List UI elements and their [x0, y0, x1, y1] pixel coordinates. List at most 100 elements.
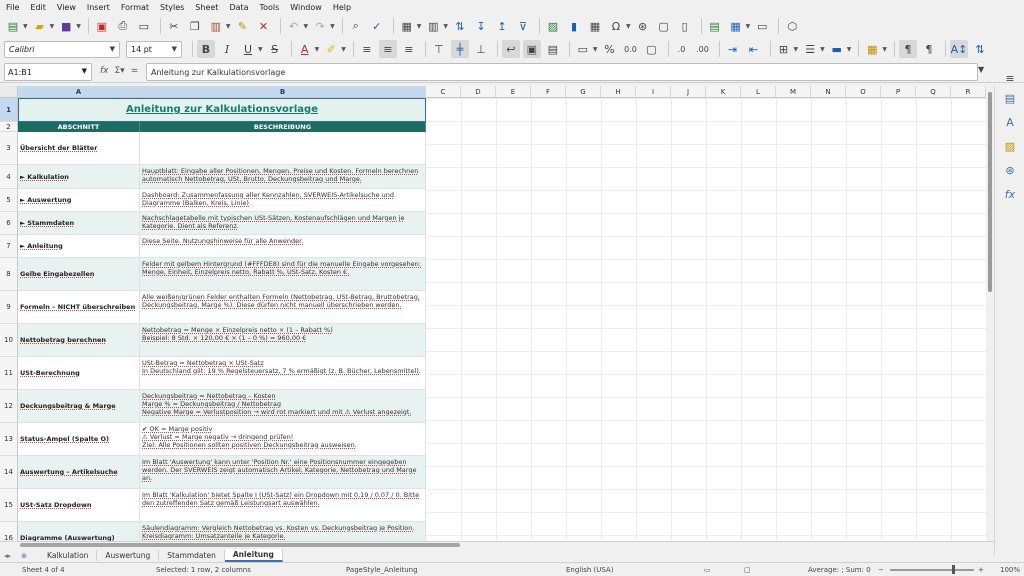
- clone-format-icon[interactable]: ✎: [234, 17, 252, 35]
- description-cell[interactable]: Deckungsbeitrag = Nettobetrag – Kosten M…: [140, 390, 426, 423]
- row-header[interactable]: 4: [0, 165, 18, 189]
- print-icon[interactable]: ⎙: [114, 17, 132, 35]
- spelling-icon[interactable]: ✓: [368, 17, 386, 35]
- vertical-scroll-thumb[interactable]: [988, 92, 992, 292]
- row-header[interactable]: 15: [0, 489, 18, 522]
- description-cell[interactable]: Dashboard: Zusammenfassung aller Kennzah…: [140, 189, 426, 212]
- column-header-l[interactable]: L: [741, 86, 776, 98]
- chevron-down-icon[interactable]: ▼: [593, 46, 598, 53]
- menu-file[interactable]: File: [6, 3, 19, 12]
- align-center-icon[interactable]: ≡: [378, 40, 397, 58]
- zoom-level[interactable]: 100%: [1000, 566, 1020, 574]
- description-cell[interactable]: Im Blatt 'Auswertung' kann unter 'Positi…: [140, 456, 426, 489]
- strikethrough-icon[interactable]: S: [266, 40, 284, 58]
- row-header[interactable]: 3: [0, 132, 18, 165]
- special-char-icon[interactable]: Ω: [607, 17, 625, 35]
- align-top-icon[interactable]: ⊤: [430, 40, 448, 58]
- column-header-j[interactable]: J: [671, 86, 706, 98]
- gallery-icon[interactable]: ▨: [1003, 140, 1017, 154]
- undo-icon[interactable]: ↶: [285, 17, 303, 35]
- border-style-icon[interactable]: ☰: [801, 40, 819, 58]
- chevron-down-icon[interactable]: ▼: [443, 23, 448, 30]
- copy-icon[interactable]: ❐: [186, 17, 204, 35]
- column-header-p[interactable]: P: [881, 86, 916, 98]
- section-cell[interactable]: Formeln – NICHT überschreiben: [18, 291, 140, 324]
- section-cell[interactable]: Deckungsbeitrag & Marge: [18, 390, 140, 423]
- menu-sheet[interactable]: Sheet: [195, 3, 218, 12]
- column-header-c[interactable]: C: [426, 86, 461, 98]
- column-header-a[interactable]: A: [18, 86, 140, 98]
- column-header-f[interactable]: F: [531, 86, 566, 98]
- column-header-q[interactable]: Q: [916, 86, 951, 98]
- properties-icon[interactable]: ▤: [1003, 92, 1017, 106]
- navigator-icon[interactable]: ⊛: [1003, 164, 1017, 178]
- section-cell[interactable]: Nettobetrag berechnen: [18, 324, 140, 357]
- status-page-style[interactable]: PageStyle_Anleitung: [346, 566, 418, 574]
- column-header-k[interactable]: K: [706, 86, 741, 98]
- chevron-down-icon[interactable]: ▼: [847, 46, 852, 53]
- sort-desc-icon[interactable]: ↥: [493, 17, 511, 35]
- row-icon[interactable]: ▦: [398, 17, 416, 35]
- row-header[interactable]: 9: [0, 291, 18, 324]
- chevron-down-icon[interactable]: ▼: [50, 23, 55, 30]
- text-rtl-icon[interactable]: ¶: [920, 40, 938, 58]
- description-cell[interactable]: Säulendiagramm: Vergleich Nettobetrag vs…: [140, 522, 426, 541]
- align-left-icon[interactable]: ≡: [358, 40, 376, 58]
- redo-icon[interactable]: ↷: [311, 17, 329, 35]
- cut-icon[interactable]: ✂: [165, 17, 183, 35]
- row-header[interactable]: 8: [0, 258, 18, 291]
- section-cell[interactable]: USt-Berechnung: [18, 357, 140, 390]
- chevron-down-icon[interactable]: ▼: [82, 67, 87, 75]
- zoom-in-icon[interactable]: +: [978, 566, 984, 574]
- add-decimal-icon[interactable]: .0: [673, 40, 691, 58]
- define-print-area-icon[interactable]: ▤: [706, 17, 724, 35]
- column-header-b[interactable]: B: [140, 86, 426, 98]
- comment-icon[interactable]: ▢: [655, 17, 673, 35]
- description-cell[interactable]: [140, 132, 426, 165]
- formula-icon[interactable]: =: [131, 66, 139, 76]
- row-header[interactable]: 1: [0, 98, 18, 122]
- chevron-down-icon[interactable]: ▼: [746, 23, 751, 30]
- row-header[interactable]: 2: [0, 122, 18, 132]
- section-cell[interactable]: ► Auswertung: [18, 189, 140, 212]
- sort-icon[interactable]: ⇅: [451, 17, 469, 35]
- section-cell[interactable]: Gelbe Eingabezellen: [18, 258, 140, 291]
- menu-styles[interactable]: Styles: [160, 3, 184, 12]
- hamburger-menu-icon[interactable]: ≡: [1003, 72, 1017, 86]
- column-header-h[interactable]: H: [601, 86, 636, 98]
- row-header[interactable]: 11: [0, 357, 18, 390]
- pivot-icon[interactable]: ▦: [586, 17, 604, 35]
- underline-icon[interactable]: U: [239, 40, 257, 58]
- column-header-g[interactable]: G: [566, 86, 601, 98]
- section-cell[interactable]: Auswertung – Artikelsuche: [18, 456, 140, 489]
- menu-window[interactable]: Window: [290, 3, 322, 12]
- menu-help[interactable]: Help: [333, 3, 351, 12]
- header-cell-abschnitt[interactable]: ABSCHNITT: [18, 122, 140, 132]
- show-draw-icon[interactable]: ⬡: [783, 17, 801, 35]
- zoom-slider-handle[interactable]: [952, 565, 955, 574]
- description-cell[interactable]: USt-Betrag = Nettobetrag × USt-Satz In D…: [140, 357, 426, 390]
- zoom-slider[interactable]: [890, 569, 974, 571]
- chevron-down-icon[interactable]: ▼: [417, 23, 422, 30]
- chevron-down-icon[interactable]: ▼: [626, 23, 631, 30]
- sheet-tab-auswertung[interactable]: Auswertung: [97, 550, 160, 561]
- menu-tools[interactable]: Tools: [260, 3, 280, 12]
- clear-format-icon[interactable]: ✕: [255, 17, 273, 35]
- section-cell[interactable]: ► Anleitung: [18, 235, 140, 258]
- hyperlink-icon[interactable]: ⊛: [634, 17, 652, 35]
- chevron-down-icon[interactable]: ▼: [226, 23, 231, 30]
- vertical-text-icon[interactable]: A↕: [950, 40, 968, 58]
- column-header-i[interactable]: I: [636, 86, 671, 98]
- font-name-box[interactable]: Calibri ▼: [4, 40, 120, 58]
- freeze-icon[interactable]: ▦: [727, 17, 745, 35]
- description-cell[interactable]: Alle weißen/grünen Felder enthalten Form…: [140, 291, 426, 324]
- vertical-scrollbar[interactable]: [986, 86, 994, 541]
- description-cell[interactable]: Diese Seite. Nutzungshinweise für alle A…: [140, 235, 426, 258]
- conditional-format-icon[interactable]: ▦: [863, 40, 881, 58]
- currency-icon[interactable]: ▭: [574, 40, 592, 58]
- row-header[interactable]: 7: [0, 235, 18, 258]
- merge-center-icon[interactable]: ▣: [522, 40, 541, 58]
- paste-icon[interactable]: ▥: [207, 17, 225, 35]
- description-cell[interactable]: Hauptblatt: Eingabe aller Positionen, Me…: [140, 165, 426, 189]
- chevron-down-icon[interactable]: ▼: [258, 46, 263, 53]
